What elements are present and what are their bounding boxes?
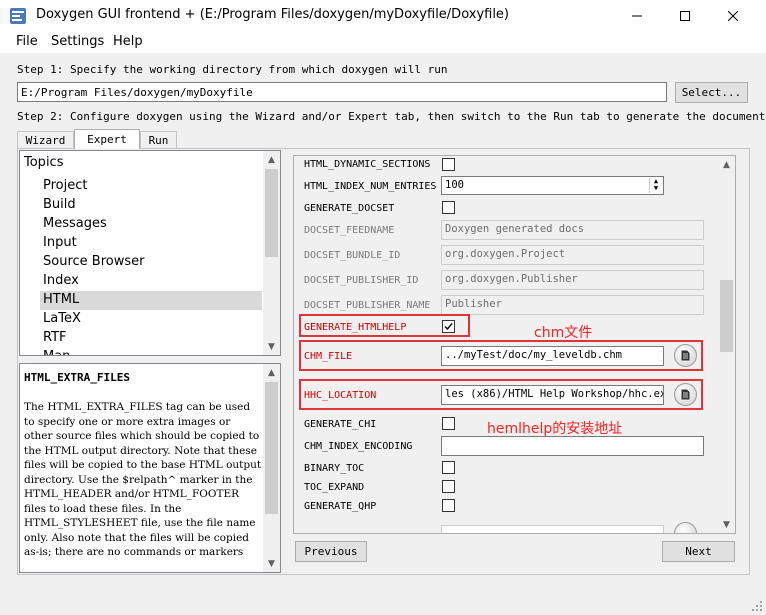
maximize-icon [680,10,690,21]
generate-chi-checkbox[interactable] [442,417,455,430]
next-option-field-partial[interactable] [441,525,664,533]
menu-help[interactable]: Help [113,34,143,49]
annotation-chm-file: chm文件 [534,325,593,341]
next-option-browse-button-partial[interactable] [674,522,697,533]
close-button[interactable] [710,0,756,31]
maximize-button[interactable] [662,0,708,31]
scroll-thumb[interactable] [720,280,733,352]
working-directory-input[interactable] [17,82,667,102]
generate-docset-checkbox[interactable] [442,201,455,214]
chm-index-encoding-label: CHM_INDEX_ENCODING [304,441,413,452]
topic-item-project[interactable]: Project [40,177,262,196]
select-directory-button[interactable]: Select... [675,82,748,103]
toc-expand-label: TOC_EXPAND [304,482,365,493]
highlight-box-chm-file [299,340,703,371]
docset-publisher-id-label: DOCSET_PUBLISHER_ID [304,275,419,286]
generate-docset-label: GENERATE_DOCSET [304,203,395,214]
docset-publisher-name-label: DOCSET_PUBLISHER_NAME [304,300,431,311]
highlight-box-generate-htmlhelp [299,314,470,337]
menu-settings[interactable]: Settings [51,34,104,49]
close-icon [728,10,738,21]
resize-grip-icon[interactable] [750,599,764,613]
topic-item-man[interactable]: Man [40,348,262,355]
help-text-panel: HTML_EXTRA_FILES The HTML_EXTRA_FILES ta… [19,363,281,573]
help-scrollbar[interactable]: ▲ ▼ [263,364,280,572]
scroll-down-icon[interactable]: ▼ [718,516,735,533]
docset-publisher-id-field[interactable]: org.doxygen.Publisher [441,270,704,290]
html-index-num-entries-spinbox[interactable]: 100 ▲ ▼ [441,176,664,195]
help-title: HTML_EXTRA_FILES [24,371,130,384]
scroll-up-icon[interactable]: ▲ [263,151,280,168]
html-dynamic-sections-label: HTML_DYNAMIC_SECTIONS [304,159,431,170]
tab-run[interactable]: Run [140,131,177,148]
generate-qhp-checkbox[interactable] [442,499,455,512]
tab-wizard[interactable]: Wizard [17,131,74,148]
title-bar: Doxygen GUI frontend + (E:/Program Files… [0,0,766,31]
settings-scrollbar[interactable]: ▲ ▼ [718,156,735,533]
binary-toc-checkbox[interactable] [442,461,455,474]
generate-qhp-label: GENERATE_QHP [304,501,377,512]
scroll-up-icon[interactable]: ▲ [718,156,735,173]
previous-button[interactable]: Previous [295,541,367,562]
docset-feedname-label: DOCSET_FEEDNAME [304,225,395,236]
topic-item-source-browser[interactable]: Source Browser [40,253,262,272]
toc-expand-checkbox[interactable] [442,480,455,493]
highlight-box-hhc-location [299,379,703,410]
topics-scrollbar[interactable]: ▲ ▼ [263,151,280,355]
topic-item-messages[interactable]: Messages [40,215,262,234]
scroll-down-icon[interactable]: ▼ [263,555,280,572]
topics-header: Topics [24,155,64,170]
menu-file[interactable]: File [16,34,38,49]
html-dynamic-sections-checkbox[interactable] [442,158,455,171]
docset-bundle-id-field[interactable]: org.doxygen.Project [441,245,704,265]
spin-arrows-icon[interactable]: ▲ ▼ [649,178,662,193]
topic-item-latex[interactable]: LaTeX [40,310,262,329]
scroll-up-icon[interactable]: ▲ [263,364,280,381]
topics-tree: Topics Project Build Messages Input Sour… [19,150,281,356]
tab-expert[interactable]: Expert [74,129,140,149]
scroll-down-icon[interactable]: ▼ [263,338,280,355]
html-index-num-entries-value: 100 [445,179,464,191]
window-title: Doxygen GUI frontend + (E:/Program Files… [36,7,510,22]
help-text: The HTML_EXTRA_FILES tag can be used to … [24,401,262,558]
minimize-button[interactable] [614,0,660,31]
minimize-icon [632,15,642,16]
topic-item-rtf[interactable]: RTF [40,329,262,348]
chm-index-encoding-field[interactable] [441,436,704,456]
topic-item-html[interactable]: HTML [40,291,262,310]
next-button[interactable]: Next [662,541,735,562]
topic-item-build[interactable]: Build [40,196,262,215]
binary-toc-label: BINARY_TOC [304,463,365,474]
topic-item-index[interactable]: Index [40,272,262,291]
step1-label: Step 1: Specify the working directory fr… [17,63,448,76]
doxygen-app-icon [10,8,26,24]
docset-publisher-name-field[interactable]: Publisher [441,295,704,315]
html-index-num-entries-label: HTML_INDEX_NUM_ENTRIES [304,181,437,192]
annotation-hhc-location: hemlhelp的安装地址 [487,421,623,437]
docset-feedname-field[interactable]: Doxygen generated docs [441,220,704,240]
menu-bar: File Settings Help [0,31,766,53]
topic-item-input[interactable]: Input [40,234,262,253]
scroll-thumb[interactable] [265,382,278,514]
docset-bundle-id-label: DOCSET_BUNDLE_ID [304,250,401,261]
step2-label: Step 2: Configure doxygen using the Wiza… [17,110,766,123]
scroll-thumb[interactable] [265,169,278,257]
generate-chi-label: GENERATE_CHI [304,419,377,430]
